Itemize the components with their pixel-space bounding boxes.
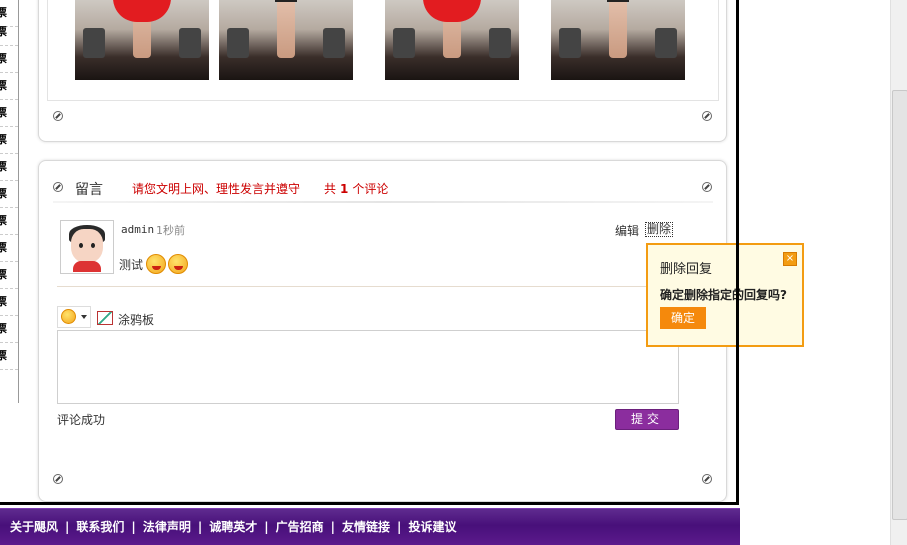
ticket-label: 票 bbox=[0, 181, 18, 207]
footer-link-legal[interactable]: 法律声明 bbox=[143, 520, 191, 534]
photo-gallery-panel: ◀ ▶ bbox=[38, 0, 727, 142]
ticket-label: 票 bbox=[0, 19, 18, 45]
title-divider bbox=[53, 201, 713, 203]
footer-separator: | bbox=[131, 520, 136, 534]
ticket-item[interactable]: 票 bbox=[0, 289, 18, 316]
content-frame-border bbox=[0, 502, 739, 505]
footer-link-careers[interactable]: 诚聘英才 bbox=[209, 520, 257, 534]
ticket-item[interactable]: 票 bbox=[0, 262, 18, 289]
ticket-label: 票 bbox=[0, 343, 18, 369]
post-status: 评论成功 bbox=[57, 413, 106, 427]
ticket-item[interactable]: 票 bbox=[0, 127, 18, 154]
dialog-title: 删除回复 bbox=[660, 262, 713, 277]
vertical-scrollbar[interactable] bbox=[890, 0, 907, 545]
comment-textarea[interactable] bbox=[57, 330, 679, 404]
submit-button[interactable]: 提交 bbox=[615, 409, 679, 430]
footer-separator: | bbox=[197, 520, 203, 534]
ticket-label: 票 bbox=[0, 235, 18, 261]
comments-title: 留言 bbox=[75, 182, 103, 198]
dialog-message: 确定删除指定的回复吗? bbox=[660, 288, 787, 302]
content-frame-border bbox=[736, 0, 739, 505]
footer-separator: | bbox=[397, 520, 402, 534]
footer-link-complaints[interactable]: 投诉建议 bbox=[408, 520, 456, 534]
count-suffix: 个评论 bbox=[352, 182, 389, 196]
gallery-photo[interactable] bbox=[551, 0, 685, 80]
corner-bullet-icon bbox=[702, 182, 712, 192]
count-value: 1 bbox=[340, 182, 349, 196]
comment-body: 测试 bbox=[119, 258, 144, 272]
site-footer: 关于飓风 | 联系我们 | 法律声明 | 诚聘英才 | 广告招商 | 友情链接 | 投诉建议 bbox=[0, 508, 740, 545]
gallery-photo[interactable] bbox=[75, 0, 209, 80]
footer-separator: | bbox=[65, 520, 70, 534]
scrollbar-thumb[interactable] bbox=[892, 90, 907, 520]
confirm-button[interactable]: 确定 bbox=[660, 307, 706, 329]
emoji-picker-button[interactable] bbox=[57, 306, 91, 328]
ticket-label: 票 bbox=[0, 262, 18, 288]
ticket-label: 票 bbox=[0, 46, 18, 72]
footer-separator: | bbox=[330, 520, 336, 534]
ticket-item[interactable]: 票 bbox=[0, 181, 18, 208]
ticket-item[interactable]: 票 bbox=[0, 343, 18, 370]
delete-reply-dialog: 删除回复 × 确定删除指定的回复吗? 确定 bbox=[646, 243, 804, 347]
edit-link[interactable]: 编辑 bbox=[615, 222, 639, 239]
gallery-photo[interactable] bbox=[219, 0, 353, 80]
corner-bullet-icon bbox=[702, 111, 712, 121]
grin-emoji-icon bbox=[146, 254, 166, 274]
ticket-label: 票 bbox=[0, 208, 18, 234]
ticket-item[interactable]: 票 bbox=[0, 73, 18, 100]
footer-link-advertise[interactable]: 广告招商 bbox=[276, 520, 324, 534]
left-ticket-list: 票 票 票 票 票 票 票 票 票 票 票 票 票 票 bbox=[0, 0, 19, 403]
ticket-item[interactable]: 票 bbox=[0, 100, 18, 127]
corner-bullet-icon bbox=[53, 474, 63, 484]
chevron-down-icon bbox=[81, 315, 87, 319]
doodle-board-icon[interactable] bbox=[97, 311, 113, 325]
ticket-item[interactable]: 票 bbox=[0, 235, 18, 262]
ticket-label: 票 bbox=[0, 154, 18, 180]
comment-divider bbox=[57, 286, 679, 287]
footer-link-contact[interactable]: 联系我们 bbox=[76, 520, 124, 534]
ticket-label: 票 bbox=[0, 73, 18, 99]
comment-timestamp: 1秒前 bbox=[156, 224, 185, 237]
photo-strip: ◀ ▶ bbox=[47, 0, 719, 101]
delete-link[interactable]: 删除 bbox=[645, 222, 674, 237]
comments-notice[interactable]: 请您文明上网、理性发言并遵守 bbox=[132, 180, 300, 197]
doodle-board-link[interactable]: 涂鸦板 bbox=[118, 311, 154, 328]
count-prefix: 共 bbox=[324, 182, 337, 196]
notice-text: 请您文明上网、理性发言并遵守 bbox=[132, 182, 301, 196]
footer-link-about[interactable]: 关于飓风 bbox=[10, 520, 58, 534]
ticket-item[interactable]: 票 bbox=[0, 154, 18, 181]
ticket-label: 票 bbox=[0, 316, 18, 342]
footer-nav: 关于飓风 | 联系我们 | 法律声明 | 诚聘英才 | 广告招商 | 友情链接 | 投诉建议 bbox=[10, 518, 456, 535]
ticket-item[interactable]: 票 bbox=[0, 208, 18, 235]
ticket-item[interactable]: 票 bbox=[0, 316, 18, 343]
ticket-label: 票 bbox=[0, 100, 18, 126]
avatar[interactable] bbox=[60, 220, 114, 274]
comments-panel: 留言 请您文明上网、理性发言并遵守 共 1 个评论 admin 1秒前 测试 编辑 … bbox=[38, 160, 727, 502]
smile-icon bbox=[61, 309, 76, 324]
comment-username[interactable]: admin bbox=[121, 223, 154, 236]
footer-link-friends[interactable]: 友情链接 bbox=[342, 520, 390, 534]
ticket-item[interactable]: 票 bbox=[0, 19, 18, 46]
ticket-item[interactable]: 票 bbox=[0, 46, 18, 73]
footer-separator: | bbox=[264, 520, 269, 534]
close-icon[interactable]: × bbox=[783, 252, 797, 266]
kiss-emoji-icon bbox=[168, 254, 188, 274]
corner-bullet-icon bbox=[702, 474, 712, 484]
corner-bullet-icon bbox=[53, 111, 63, 121]
ticket-label: 票 bbox=[0, 289, 18, 315]
gallery-photo[interactable] bbox=[385, 0, 519, 80]
comments-count: 共 1 个评论 bbox=[324, 180, 388, 197]
corner-bullet-icon bbox=[53, 182, 63, 192]
ticket-label: 票 bbox=[0, 127, 18, 153]
